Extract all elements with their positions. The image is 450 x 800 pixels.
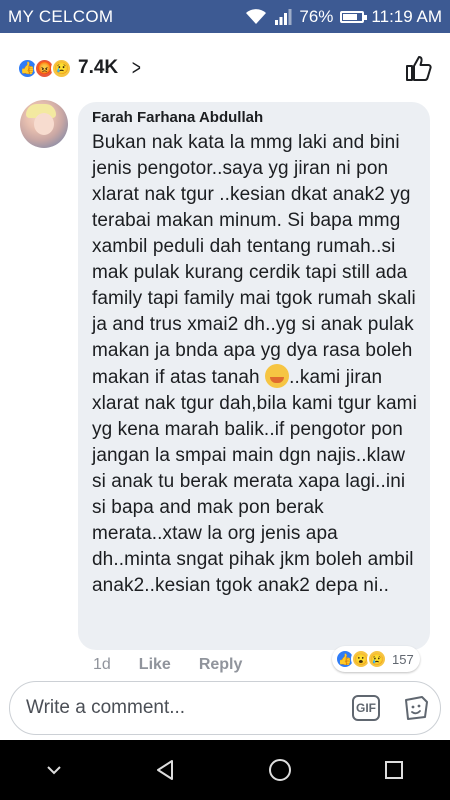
status-bar: MY CELCOM 76% 11:19 AM [0,0,450,33]
comment-text-part2: ..kami jiran xlarat nak tgur dah,bila ka… [92,367,417,596]
vomiting-face-emoji-icon [265,364,290,388]
comment-text-part1: Bukan nak kata la mmg laki and bini jeni… [92,132,416,388]
comment-composer: GIF [9,681,441,735]
battery-icon [340,10,368,23]
comment-time: 1d [93,656,111,673]
comment-reaction-count: 157 [392,651,414,667]
comment-reactions[interactable]: 👍 😮 😢 157 [332,646,420,672]
signal-icon [275,8,292,25]
home-icon[interactable] [268,758,292,782]
comment-author[interactable]: Farah Farhana Abdullah [92,109,418,126]
comment-bubble[interactable]: Farah Farhana Abdullah Bukan nak kata la… [78,102,430,650]
reaction-icons: 👍 😡 😢 [17,57,72,79]
gif-button[interactable]: GIF [352,695,380,721]
recents-icon[interactable] [384,760,404,780]
sticker-icon[interactable] [402,694,430,722]
avatar-face [34,113,54,135]
back-icon[interactable] [154,759,176,781]
carrier-name: MY CELCOM [8,6,114,26]
status-icons: 76% 11:19 AM [245,7,442,27]
wifi-icon [246,8,267,24]
comment-meta: 1d Like Reply [93,652,270,678]
reply-button[interactable]: Reply [199,656,243,674]
like-thumb-icon[interactable] [404,53,434,83]
reactions-header[interactable]: 👍 😡 😢 7.4K > [0,33,450,103]
chevron-down-icon[interactable] [46,765,62,775]
chevron-right-icon[interactable]: > [132,55,141,81]
android-nav-bar [0,740,450,800]
reaction-count[interactable]: 7.4K [78,57,118,79]
battery-fill [343,13,358,20]
sad-icon: 😢 [51,57,72,79]
author-avatar[interactable] [20,100,68,148]
sad-icon: 😢 [367,649,387,669]
comment-text: Bukan nak kata la mmg laki and bini jeni… [92,130,418,599]
like-button[interactable]: Like [139,656,171,674]
battery-percent: 76% [299,6,334,26]
comment-input[interactable] [24,696,352,720]
clock: 11:19 AM [371,6,442,26]
